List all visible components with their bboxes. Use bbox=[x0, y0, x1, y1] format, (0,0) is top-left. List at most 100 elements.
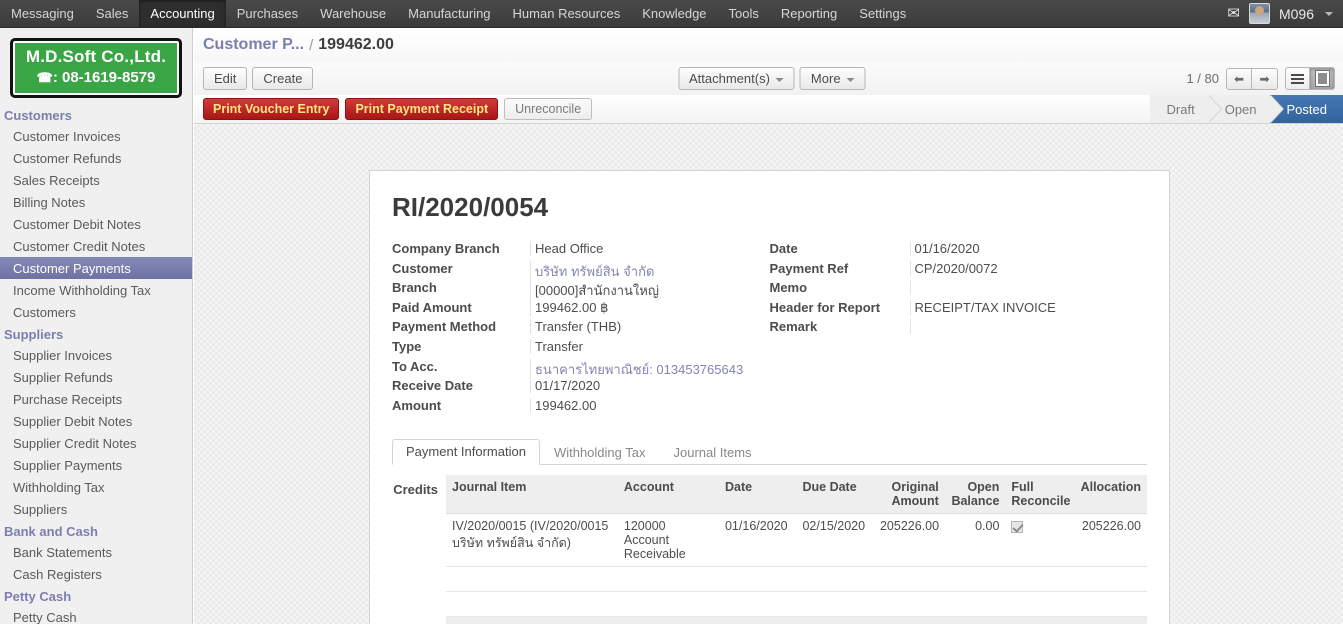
credits-total-spacer bbox=[446, 616, 1067, 624]
field-text: RECEIPT/TAX INVOICE bbox=[914, 299, 1056, 315]
sidebar-item-sales-receipts[interactable]: Sales Receipts bbox=[0, 169, 192, 191]
envelope-icon[interactable]: ✉ bbox=[1227, 6, 1240, 21]
sidebar-item-income-withholding-tax[interactable]: Income Withholding Tax bbox=[0, 279, 192, 301]
more-label: More bbox=[810, 71, 841, 86]
sidebar-item-cash-registers[interactable]: Cash Registers bbox=[0, 563, 192, 585]
menu-item-warehouse[interactable]: Warehouse bbox=[309, 0, 397, 27]
cell-empty bbox=[1005, 591, 1067, 618]
field-value-amount: 199462.00 bbox=[530, 397, 770, 413]
menu-item-sales[interactable]: Sales bbox=[85, 0, 140, 27]
create-button[interactable]: Create bbox=[252, 67, 314, 90]
menu-item-manufacturing[interactable]: Manufacturing bbox=[397, 0, 501, 27]
field-text: CP/2020/0072 bbox=[914, 260, 998, 276]
cell-empty bbox=[1005, 566, 1067, 593]
credits-table: Journal Item Account Date Due Date Original … bbox=[446, 475, 1147, 624]
sidebar-nav: Customers Customer Invoices Customer Refun… bbox=[0, 104, 192, 624]
field-row: Remark bbox=[770, 319, 1148, 339]
field-label-date: Date bbox=[769, 241, 798, 256]
print-voucher-entry-button[interactable]: Print Voucher Entry bbox=[203, 98, 340, 120]
menu-item-knowledge[interactable]: Knowledge bbox=[631, 0, 717, 27]
column-header-allocation: Allocation bbox=[1066, 475, 1147, 515]
sidebar-item-suppliers[interactable]: Suppliers bbox=[0, 498, 192, 520]
sidebar-item-customer-credit-notes[interactable]: Customer Credit Notes bbox=[0, 235, 192, 257]
previous-record-button[interactable]: ⬅ bbox=[1226, 67, 1252, 90]
menu-item-settings[interactable]: Settings bbox=[848, 0, 917, 27]
sidebar-item-petty-cash[interactable]: Petty Cash bbox=[0, 606, 192, 624]
menu-item-purchases[interactable]: Purchases bbox=[226, 0, 309, 27]
sidebar-item-purchase-receipts[interactable]: Purchase Receipts bbox=[0, 388, 192, 410]
field-value-branch: [00000]สำนักงานใหญ่ bbox=[530, 280, 770, 302]
user-menu[interactable]: M096 bbox=[1279, 6, 1314, 22]
chevron-down-icon bbox=[846, 77, 855, 82]
tab-withholding-tax[interactable]: Withholding Tax bbox=[540, 440, 660, 465]
cell-empty bbox=[796, 566, 874, 593]
field-row: To Acc. ธนาคารไทยพาณิชย์: 013453765643 bbox=[392, 358, 770, 380]
tab-payment-information[interactable]: Payment Information bbox=[392, 439, 540, 466]
document-title: RI/2020/0054 bbox=[392, 192, 549, 222]
unreconcile-button[interactable]: Unreconcile bbox=[504, 98, 593, 120]
menu-item-human-resources[interactable]: Human Resources bbox=[502, 0, 632, 27]
sidebar-item-customers[interactable]: Customers bbox=[0, 301, 192, 323]
field-label-receive-date: Receive Date bbox=[392, 378, 473, 394]
field-value-remark bbox=[909, 319, 1148, 335]
more-dropdown[interactable]: More bbox=[799, 67, 866, 90]
field-label-branch: Branch bbox=[392, 280, 437, 296]
tab-bar: Payment Information Withholding Tax Journa… bbox=[392, 439, 1147, 466]
field-label-to-acc: To Acc. bbox=[392, 358, 438, 374]
sidebar-item-customer-refunds[interactable]: Customer Refunds bbox=[0, 147, 192, 169]
next-record-button[interactable]: ➡ bbox=[1252, 67, 1278, 90]
avatar[interactable] bbox=[1248, 3, 1270, 24]
field-row: Type Transfer bbox=[392, 338, 770, 359]
cell-empty bbox=[617, 566, 719, 593]
field-text: Transfer (THB) bbox=[535, 319, 622, 335]
credits-label: Credits bbox=[393, 482, 438, 498]
sidebar-item-supplier-debit-notes[interactable]: Supplier Debit Notes bbox=[0, 410, 192, 432]
breadcrumb-parent[interactable]: Customer P... bbox=[203, 36, 304, 54]
menu-item-reporting[interactable]: Reporting bbox=[770, 0, 848, 27]
menu-item-messaging[interactable]: Messaging bbox=[0, 0, 85, 27]
sidebar-item-billing-notes[interactable]: Billing Notes bbox=[0, 191, 192, 213]
sidebar-item-supplier-invoices[interactable]: Supplier Invoices bbox=[0, 344, 192, 366]
sidebar-item-supplier-payments[interactable]: Supplier Payments bbox=[0, 454, 192, 476]
menu-item-tools[interactable]: Tools bbox=[718, 0, 770, 27]
topbar-right-group: ✉ M096 bbox=[1227, 0, 1343, 27]
print-payment-receipt-button[interactable]: Print Payment Receipt bbox=[345, 98, 499, 120]
field-text: Head Office bbox=[535, 241, 604, 256]
field-value-customer: บริษัท ทรัพย์สิน จำกัด bbox=[530, 260, 770, 282]
field-label-type: Type bbox=[392, 338, 422, 354]
field-text[interactable]: บริษัท ทรัพย์สิน จำกัด bbox=[531, 261, 654, 282]
cell-full-reconcile[interactable] bbox=[1005, 513, 1067, 568]
attachments-dropdown[interactable]: Attachment(s) bbox=[678, 67, 795, 90]
field-value-payment-ref: CP/2020/0072 bbox=[909, 260, 1148, 276]
chevron-down-icon[interactable] bbox=[1325, 11, 1333, 16]
tab-journal-items[interactable]: Journal Items bbox=[660, 440, 766, 465]
logo-container: M.D.Soft Co.,Ltd. ☎: 08-1619-8579 bbox=[0, 28, 192, 104]
company-logo: M.D.Soft Co.,Ltd. ☎: 08-1619-8579 bbox=[10, 38, 182, 99]
field-value-date: 01/16/2020 bbox=[909, 241, 1148, 256]
sidebar-item-supplier-refunds[interactable]: Supplier Refunds bbox=[0, 366, 192, 388]
field-label-amount: Amount bbox=[392, 397, 442, 413]
edit-button[interactable]: Edit bbox=[203, 67, 248, 90]
menu-item-accounting[interactable]: Accounting bbox=[139, 0, 226, 27]
sidebar-section-suppliers: Suppliers bbox=[4, 327, 64, 343]
sidebar-item-withholding-tax[interactable]: Withholding Tax bbox=[0, 476, 192, 498]
sidebar-item-customer-invoices[interactable]: Customer Invoices bbox=[0, 125, 192, 147]
list-view-button[interactable] bbox=[1285, 67, 1310, 90]
sidebar-item-supplier-credit-notes[interactable]: Supplier Credit Notes bbox=[0, 432, 192, 454]
cell-empty bbox=[1066, 566, 1147, 593]
sidebar-item-customer-payments[interactable]: Customer Payments bbox=[0, 257, 192, 280]
table-row[interactable]: IV/2020/0015 (IV/2020/0015 บริษัท ทรัพย์… bbox=[446, 513, 1147, 568]
field-label-customer: Customer bbox=[392, 260, 453, 276]
left-field-column: Company Branch Head Office Customer บริษัท … bbox=[392, 241, 770, 417]
sidebar-item-bank-statements[interactable]: Bank Statements bbox=[0, 541, 192, 563]
cell-empty bbox=[1066, 591, 1147, 618]
cell-empty bbox=[873, 591, 945, 618]
breadcrumb-current: 199462.00 bbox=[318, 36, 394, 53]
field-row: Receive Date 01/17/2020 bbox=[392, 378, 770, 398]
checkbox-full-reconcile[interactable] bbox=[1011, 521, 1024, 534]
form-view-button[interactable] bbox=[1310, 67, 1335, 90]
field-text[interactable]: ธนาคารไทยพาณิชย์: 013453765643 bbox=[531, 359, 743, 380]
cell-account: 120000 Account Receivable bbox=[617, 513, 719, 568]
sidebar-item-customer-debit-notes[interactable]: Customer Debit Notes bbox=[0, 213, 192, 235]
status-step-draft[interactable]: Draft bbox=[1149, 95, 1222, 123]
